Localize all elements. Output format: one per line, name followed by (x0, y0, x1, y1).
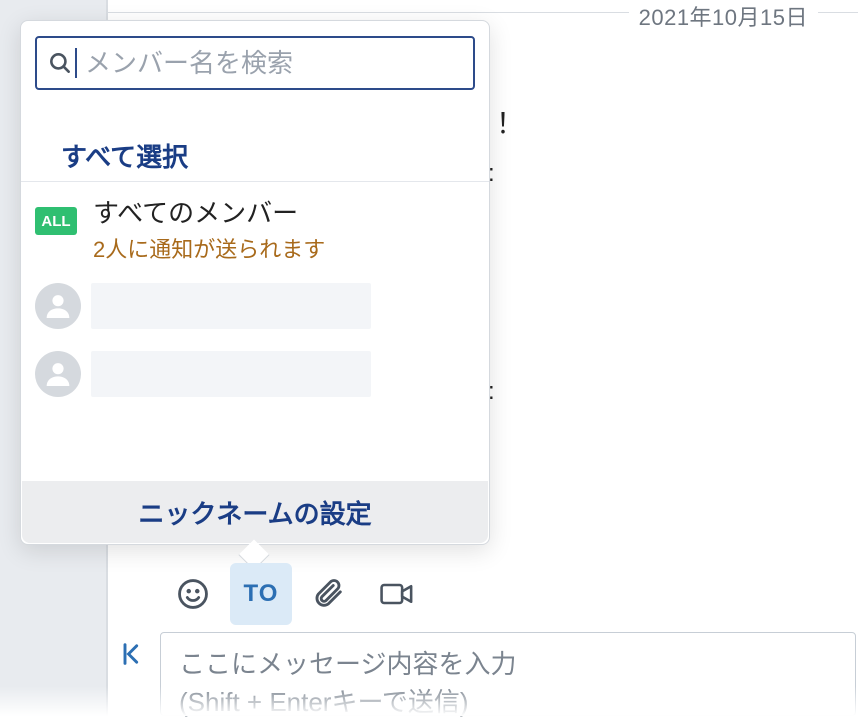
member-search-box[interactable] (35, 36, 475, 90)
message-input-placeholder-line1: ここにメッセージ内容を入力 (179, 645, 837, 683)
member-row[interactable] (35, 279, 475, 333)
member-name-placeholder (91, 351, 371, 397)
chevron-first-icon (118, 640, 146, 668)
paperclip-icon (312, 577, 346, 611)
all-badge-icon: ALL (35, 207, 77, 235)
all-members-subtitle: 2人に通知が送られます (93, 232, 325, 264)
all-members-title: すべてのメンバー (93, 193, 325, 230)
search-icon (47, 50, 73, 76)
to-button[interactable]: TO (230, 563, 292, 625)
video-icon (379, 579, 415, 609)
to-button-label: TO (244, 580, 279, 608)
avatar-icon (35, 283, 81, 329)
collapse-button[interactable] (118, 640, 146, 673)
background-message-fragment: ！ (496, 102, 524, 142)
member-name-placeholder (91, 283, 371, 329)
popover-divider (21, 181, 489, 182)
member-row[interactable] (35, 347, 475, 401)
text-caret (75, 48, 77, 78)
member-search-input[interactable] (79, 48, 463, 79)
avatar-icon (35, 351, 81, 397)
to-popover: すべて選択 ALL すべてのメンバー 2人に通知が送られます ニックネームの設定 (20, 20, 490, 545)
message-input[interactable]: ここにメッセージ内容を入力 (Shift + Enterキーで送信) (160, 632, 856, 716)
nickname-settings-label: ニックネームの設定 (138, 494, 371, 531)
composer-toolbar: TO (162, 562, 428, 626)
select-all-link[interactable]: すべて選択 (61, 137, 188, 174)
video-button[interactable] (366, 563, 428, 625)
emoji-button[interactable] (162, 563, 224, 625)
nickname-settings-button[interactable]: ニックネームの設定 (22, 481, 488, 543)
all-members-row[interactable]: ALL すべてのメンバー 2人に通知が送られます (35, 193, 475, 259)
smiley-icon (176, 577, 210, 611)
date-separator-label: 2021年10月15日 (629, 0, 818, 32)
attachment-button[interactable] (298, 563, 360, 625)
message-input-placeholder-line2: (Shift + Enterキーで送信) (179, 683, 837, 721)
